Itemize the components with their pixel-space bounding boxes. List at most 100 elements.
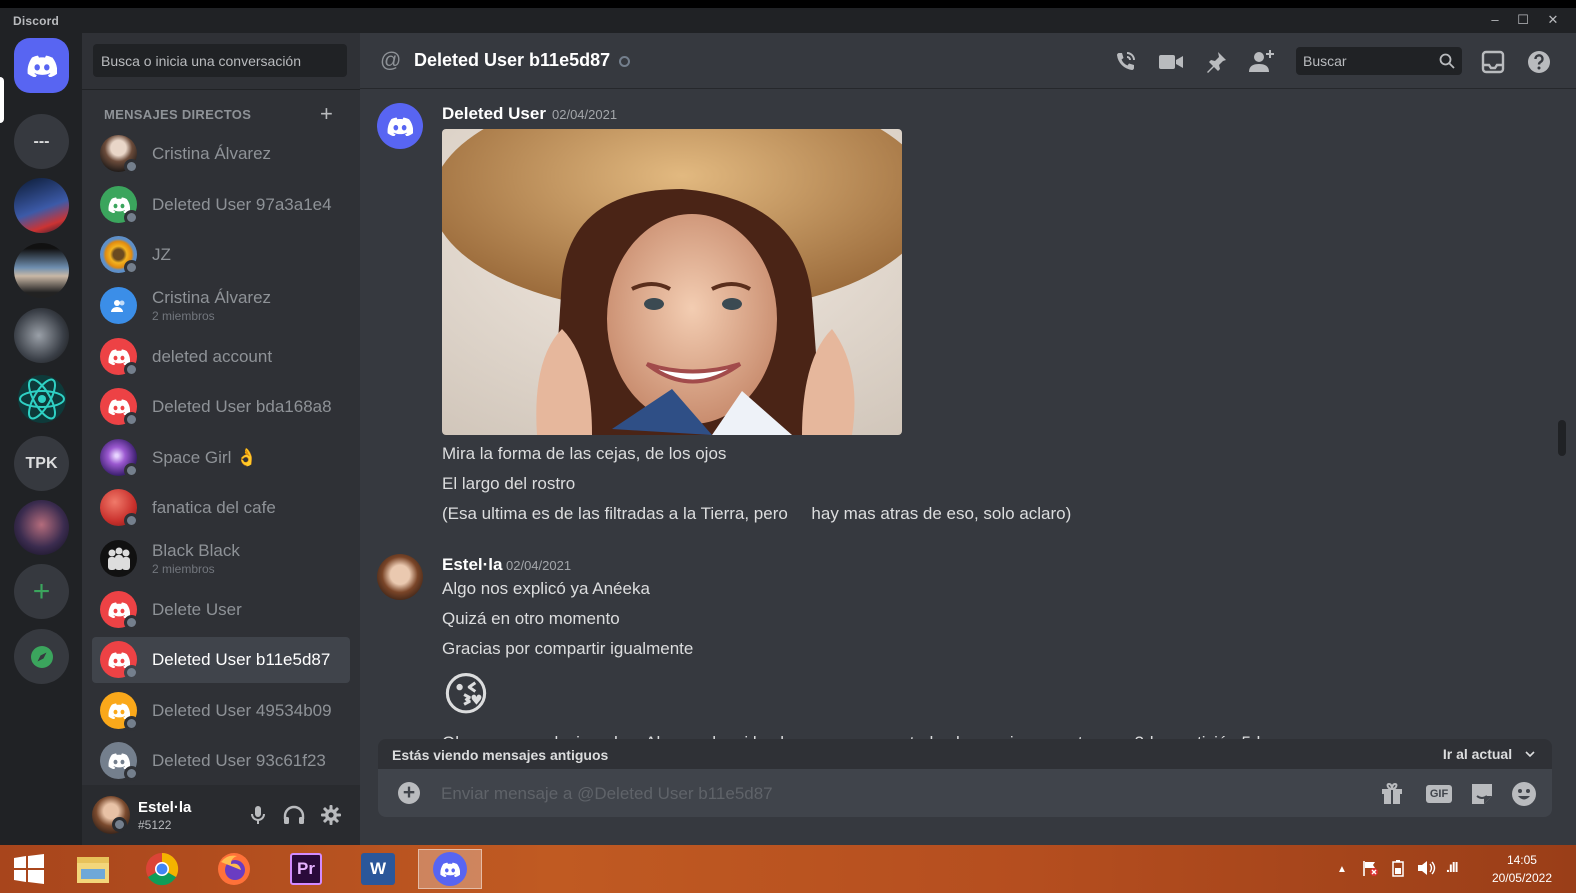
- dm-search-input[interactable]: Busca o inicia una conversación: [93, 44, 347, 77]
- old-messages-bar: Estás viendo mensajes antiguos Ir al act…: [378, 739, 1552, 769]
- server-icon-2[interactable]: [14, 178, 69, 233]
- discord-logo-icon: [108, 651, 130, 668]
- chat-area: @ Deleted User b11e5d87 Buscar Deleted U…: [360, 33, 1576, 845]
- emoji-picker-button[interactable]: [1511, 781, 1537, 807]
- message-image-attachment[interactable]: [442, 129, 902, 435]
- add-server-button[interactable]: +: [14, 564, 69, 619]
- premiere-taskbar-button[interactable]: Pr: [277, 849, 335, 889]
- dm-item[interactable]: JZ: [92, 232, 350, 278]
- help-button[interactable]: [1526, 49, 1552, 75]
- dm-item-name: fanatica del cafe: [152, 498, 276, 517]
- server-tpk[interactable]: TPK: [14, 436, 69, 491]
- windows-logo-icon: [14, 854, 44, 884]
- start-voice-call-button[interactable]: [1112, 49, 1138, 75]
- message-avatar[interactable]: [377, 103, 423, 149]
- message-composer: + Enviar mensaje a @Deleted User b11e5d8…: [378, 769, 1552, 817]
- compass-icon: [30, 645, 53, 668]
- server-icon-5[interactable]: [14, 371, 69, 426]
- message-timestamp: 02/04/2021: [552, 107, 618, 122]
- add-person-icon: [1249, 50, 1274, 72]
- battery-icon[interactable]: [1389, 859, 1407, 880]
- deafen-button[interactable]: [282, 803, 306, 827]
- start-video-call-button[interactable]: [1158, 49, 1184, 75]
- add-friend-to-dm-button[interactable]: [1249, 49, 1275, 75]
- chat-title: Deleted User b11e5d87: [414, 50, 611, 70]
- dm-item[interactable]: Deleted User 93c61f23: [92, 738, 350, 784]
- atom-icon: [17, 374, 66, 423]
- dm-item-group[interactable]: Black Black 2 miembros: [92, 536, 350, 582]
- premiere-icon: Pr: [290, 853, 322, 885]
- phone-call-icon: [1117, 52, 1135, 70]
- close-button[interactable]: ✕: [1542, 11, 1564, 29]
- gif-button[interactable]: GIF: [1425, 781, 1453, 807]
- server-icon-3[interactable]: [14, 243, 69, 298]
- at-icon: @: [380, 49, 402, 72]
- system-clock[interactable]: 14:05 20/05/2022: [1492, 851, 1552, 887]
- sticker-button[interactable]: [1469, 781, 1495, 807]
- app-brand: Discord: [13, 14, 60, 28]
- explore-servers-button[interactable]: [14, 629, 69, 684]
- selected-indicator: [0, 77, 4, 123]
- minimize-button[interactable]: –: [1484, 11, 1506, 29]
- file-explorer-taskbar-button[interactable]: [64, 849, 122, 889]
- show-hidden-icons-button[interactable]: ▲: [1337, 864, 1347, 875]
- user-panel: Estel·la #5122: [82, 785, 360, 845]
- message-avatar[interactable]: [377, 554, 423, 600]
- message-text: (Esa ultima es de las filtradas a la Tie…: [442, 504, 1072, 523]
- chat-search-input[interactable]: Buscar: [1296, 47, 1462, 75]
- message-author[interactable]: Deleted User: [442, 104, 546, 124]
- server-icon-7[interactable]: [14, 500, 69, 555]
- jump-to-present-button[interactable]: Ir al actual: [1443, 746, 1536, 762]
- discord-taskbar-button[interactable]: [418, 849, 482, 889]
- inbox-button[interactable]: [1480, 49, 1506, 75]
- maximize-button[interactable]: ☐: [1512, 11, 1534, 29]
- chat-scrollbar[interactable]: [1558, 420, 1566, 456]
- firefox-icon: [218, 853, 250, 885]
- discord-logo-icon: [387, 117, 413, 136]
- chrome-taskbar-button[interactable]: [133, 849, 191, 889]
- dm-item-selected[interactable]: Deleted User b11e5d87: [92, 637, 350, 683]
- message-text: Gracias por compartir igualmente: [442, 639, 694, 658]
- volume-icon[interactable]: [1416, 859, 1436, 880]
- dm-item[interactable]: Deleted User bda168a8: [92, 384, 350, 430]
- dm-item[interactable]: fanatica del cafe: [92, 485, 350, 531]
- create-dm-button[interactable]: +: [320, 101, 333, 127]
- message-input[interactable]: Enviar mensaje a @Deleted User b11e5d87: [441, 784, 773, 804]
- home-button[interactable]: [14, 38, 69, 93]
- dm-item[interactable]: Deleted User 97a3a1e4: [92, 182, 350, 228]
- headphones-icon: [283, 805, 305, 824]
- sticker-icon: [1472, 784, 1492, 804]
- upload-attachment-button[interactable]: +: [398, 782, 420, 804]
- action-center-flag-icon[interactable]: [1361, 859, 1379, 880]
- dm-item[interactable]: Delete User: [92, 587, 350, 633]
- word-taskbar-button[interactable]: W: [349, 849, 407, 889]
- photo-attachment: [442, 129, 902, 435]
- firefox-taskbar-button[interactable]: [205, 849, 263, 889]
- jump-to-present-label: Ir al actual: [1442, 746, 1513, 762]
- dm-item-group[interactable]: Cristina Álvarez 2 miembros: [92, 283, 350, 329]
- dm-item[interactable]: deleted account: [92, 334, 350, 380]
- status-offline-icon: [124, 665, 139, 680]
- discord-taskbar-icon: [433, 852, 467, 886]
- pinned-messages-button[interactable]: [1203, 49, 1229, 75]
- chevron-down-icon: [1525, 751, 1535, 758]
- message-text: Quizá en otro momento: [442, 609, 620, 628]
- mute-button[interactable]: [246, 803, 270, 827]
- gear-icon: [321, 805, 341, 825]
- dm-item[interactable]: Cristina Álvarez: [92, 131, 350, 177]
- user-settings-button[interactable]: [319, 803, 343, 827]
- server-icon-4[interactable]: [14, 308, 69, 363]
- message-author[interactable]: Estel·la: [442, 555, 502, 575]
- user-name: Estel·la: [138, 799, 192, 816]
- network-signal-icon[interactable]: .ıll: [1446, 859, 1459, 875]
- dm-item[interactable]: Deleted User 49534b09: [92, 688, 350, 734]
- discord-logo-icon: [27, 55, 57, 77]
- discord-logo-icon: [108, 196, 130, 213]
- status-offline-icon: [124, 766, 139, 781]
- inbox-icon: [1481, 50, 1505, 74]
- group-avatar: [100, 287, 137, 324]
- gift-button[interactable]: [1379, 781, 1405, 807]
- dm-item[interactable]: Space Girl 👌: [92, 435, 350, 481]
- start-button[interactable]: [0, 849, 58, 889]
- server-dots[interactable]: ---: [14, 114, 69, 169]
